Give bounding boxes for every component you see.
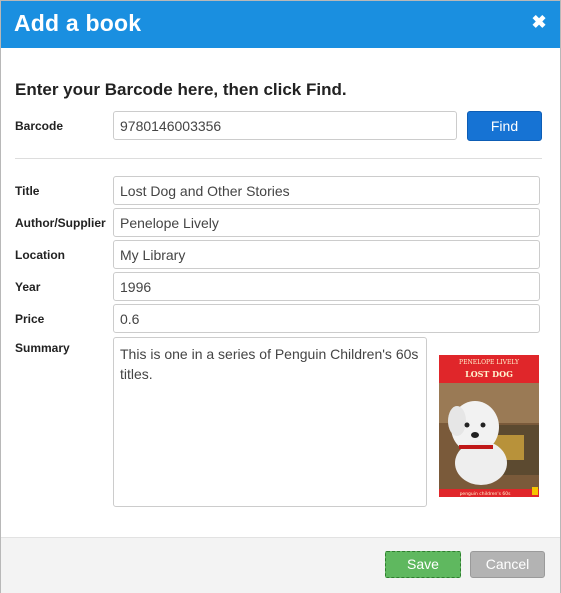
price-input-value: 0.6	[120, 311, 140, 327]
price-label: Price	[15, 312, 45, 326]
year-label: Year	[15, 280, 41, 294]
author-label: Author/Supplier	[15, 216, 106, 230]
author-input-value: Penelope Lively	[120, 215, 219, 231]
location-label: Location	[15, 248, 65, 262]
summary-textarea[interactable]: This is one in a series of Penguin Child…	[113, 337, 427, 507]
year-input-value: 1996	[120, 279, 152, 295]
price-input[interactable]: 0.6	[113, 304, 540, 333]
close-icon[interactable]: ✖	[530, 13, 548, 31]
cover-series-text: penguin children's 60s	[460, 491, 512, 497]
cover-author-text: PENELOPE LIVELY	[459, 359, 520, 366]
summary-label: Summary	[15, 341, 70, 355]
location-input-value: My Library	[120, 247, 186, 263]
dialog-header: Add a book ✖	[1, 1, 560, 48]
barcode-instruction: Enter your Barcode here, then click Find…	[15, 80, 347, 99]
location-input[interactable]: My Library	[113, 240, 540, 269]
add-book-dialog: Add a book ✖ Enter your Barcode here, th…	[0, 0, 561, 593]
barcode-input-value: 9780146003356	[120, 118, 222, 134]
cover-title-text: LOST DOG	[465, 369, 513, 379]
save-button[interactable]: Save	[385, 551, 461, 578]
barcode-label: Barcode	[15, 119, 64, 133]
section-divider	[15, 158, 542, 159]
book-cover-image: PENELOPE LIVELY LOST DOG penguin childre…	[439, 355, 539, 497]
dialog-title: Add a book	[14, 10, 142, 36]
author-input[interactable]: Penelope Lively	[113, 208, 540, 237]
year-input[interactable]: 1996	[113, 272, 540, 301]
title-input[interactable]: Lost Dog and Other Stories	[113, 176, 540, 205]
barcode-input[interactable]: 9780146003356	[113, 111, 457, 140]
find-button[interactable]: Find	[467, 111, 542, 141]
title-input-value: Lost Dog and Other Stories	[120, 183, 290, 199]
title-label: Title	[15, 184, 40, 198]
cancel-button[interactable]: Cancel	[470, 551, 545, 578]
